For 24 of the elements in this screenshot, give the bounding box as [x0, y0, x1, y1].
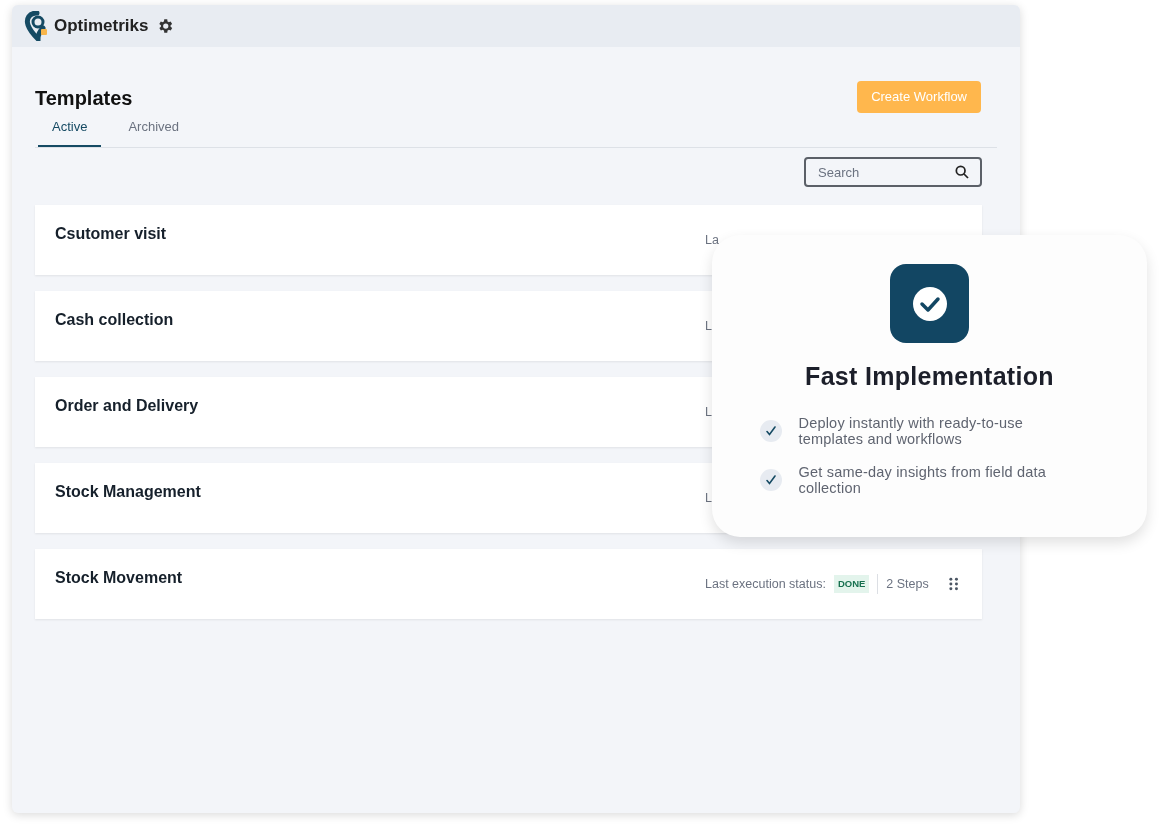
template-name: Stock Movement [55, 568, 183, 588]
status-label: L [705, 489, 712, 507]
template-card[interactable]: Stock Movement Last execution status: DONE 2 Steps [35, 549, 982, 619]
status-label: L [705, 403, 712, 421]
page-title: Templates [35, 86, 133, 111]
template-name: Csutomer visit [55, 224, 167, 244]
template-name: Cash collection [55, 310, 174, 330]
template-name: Order and Delivery [55, 396, 199, 416]
check-icon [759, 468, 782, 491]
check-icon [759, 419, 782, 442]
status-badge: DONE [833, 574, 870, 594]
logo-icon [24, 11, 50, 41]
search-icon[interactable] [954, 164, 970, 180]
template-name: Stock Management [55, 482, 201, 502]
status-label: Last execution status: [705, 575, 826, 593]
steps-count: 2 Steps [886, 575, 929, 593]
tab[interactable]: Archived [114, 109, 193, 147]
status-label: La [705, 231, 719, 249]
status-label: L [705, 317, 712, 335]
brand-name: Optimetriks [54, 15, 149, 38]
tab[interactable]: Active [38, 109, 102, 147]
checkmark-icon [890, 264, 969, 343]
drag-handle-icon[interactable] [948, 577, 958, 591]
search-field[interactable]: Search [804, 157, 982, 187]
